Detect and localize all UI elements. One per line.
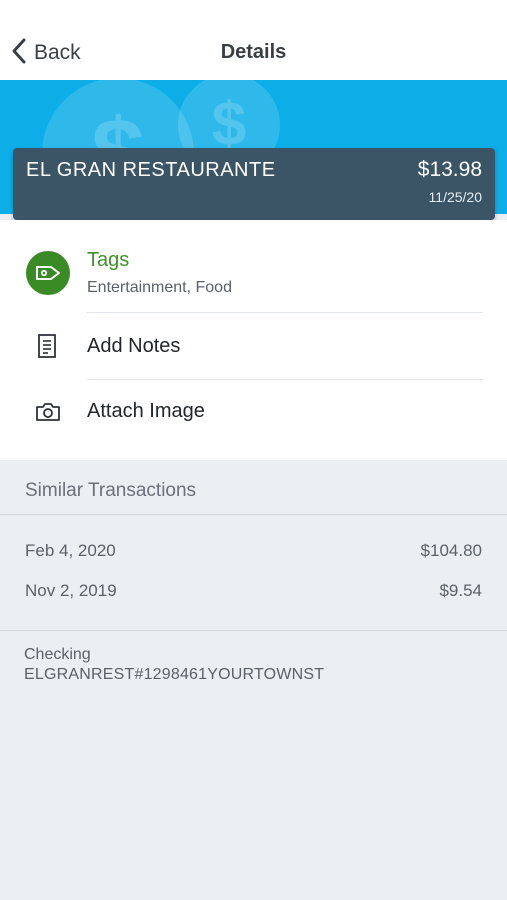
transaction-description: ELGRANREST#1298461YOURTOWNST [24, 666, 325, 683]
similar-transaction-amount: $9.54 [439, 581, 482, 600]
transaction-date: 11/25/20 [428, 189, 482, 205]
page-title: Details [220, 41, 287, 63]
tag-icon [26, 251, 70, 295]
divider [0, 514, 507, 515]
navigation-bar: Back Details [0, 0, 507, 80]
tags-row[interactable]: Tags Entertainment, Food [0, 220, 507, 312]
attach-image-row[interactable]: Attach Image [0, 380, 507, 450]
add-notes-row[interactable]: Add Notes [0, 313, 507, 379]
attach-image-label: Attach Image [87, 400, 205, 422]
similar-transaction-row[interactable]: Feb 4, 2020 $104.80 [25, 541, 482, 565]
tags-label: Tags [87, 249, 130, 271]
merchant-name: EL GRAN RESTAURANTE [26, 159, 276, 181]
camera-icon [34, 400, 62, 429]
similar-transaction-row[interactable]: Nov 2, 2019 $9.54 [25, 581, 482, 605]
similar-transaction-date: Feb 4, 2020 [25, 541, 116, 560]
tags-value: Entertainment, Food [87, 279, 232, 296]
add-notes-label: Add Notes [87, 335, 181, 357]
similar-transaction-amount: $104.80 [420, 541, 482, 560]
actions-list: Tags Entertainment, Food Add Notes Attac… [0, 220, 507, 460]
transaction-amount: $13.98 [417, 158, 482, 181]
similar-transactions-header: Similar Transactions [25, 480, 197, 501]
divider [0, 630, 507, 631]
transaction-card: EL GRAN RESTAURANTE $13.98 11/25/20 [13, 148, 495, 220]
similar-transaction-date: Nov 2, 2019 [25, 581, 117, 600]
document-icon [34, 333, 60, 366]
account-type: Checking [24, 646, 91, 663]
